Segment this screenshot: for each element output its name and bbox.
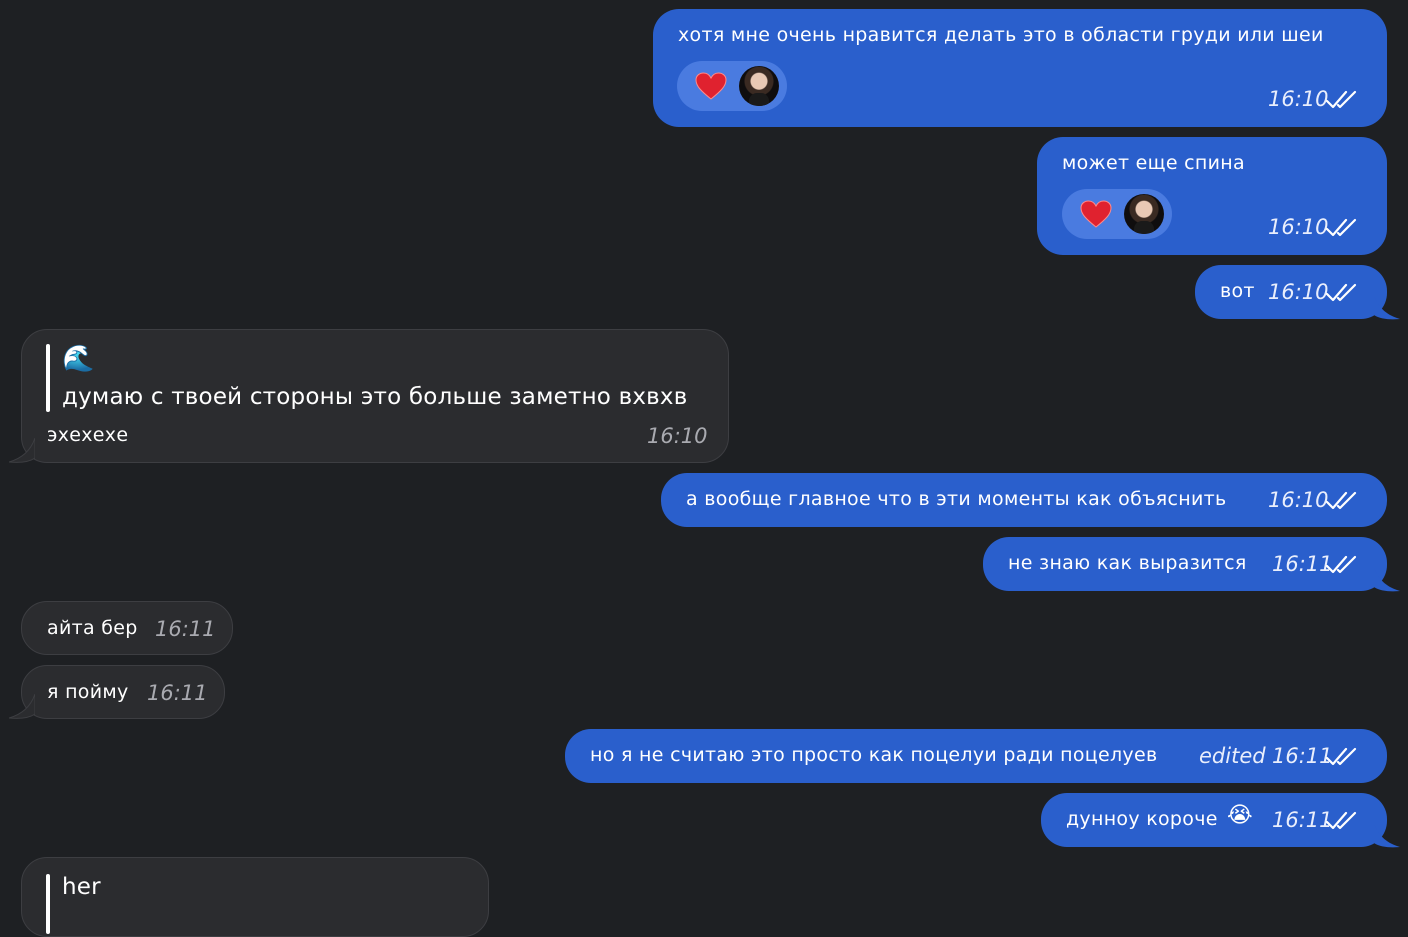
incoming-message[interactable]: айта бер 16:11 <box>21 601 233 655</box>
quote-bar <box>46 874 50 934</box>
message-time: 16:10 <box>1268 488 1329 512</box>
outgoing-message[interactable]: а вообще главное что в эти моменты как о… <box>661 473 1387 527</box>
incoming-message[interactable]: я пойму 16:11 <box>21 665 225 719</box>
outgoing-message[interactable]: не знаю как выразится 16:11 <box>983 537 1387 591</box>
double-check-icon <box>1326 811 1358 831</box>
reactor-avatar <box>1124 194 1164 234</box>
heart-icon <box>695 72 727 100</box>
crying-emoji: 😭 <box>1227 803 1253 828</box>
message-time: 16:11 <box>155 617 216 641</box>
double-check-icon <box>1326 90 1358 110</box>
bubble-tail <box>1374 295 1400 320</box>
message-text: айта бер <box>47 617 138 639</box>
incoming-message[interactable]: her <box>21 857 489 937</box>
message-time: 16:10 <box>1268 280 1329 304</box>
bubble-tail <box>1374 823 1400 848</box>
edited-label: edited <box>1199 744 1266 768</box>
incoming-message[interactable]: 🌊 думаю с твоей стороны это больше замет… <box>21 329 729 463</box>
wave-emoji: 🌊 <box>62 344 95 374</box>
outgoing-message[interactable]: хотя мне очень нравится делать это в обл… <box>653 9 1387 127</box>
quoted-text: думаю с твоей стороны это больше заметно… <box>62 384 688 410</box>
quoted-text: her <box>62 874 101 900</box>
heart-icon <box>1080 200 1112 228</box>
message-time: 16:10 <box>1268 87 1329 111</box>
bubble-tail <box>9 438 35 463</box>
message-text: не знаю как выразится <box>1008 552 1247 574</box>
reaction-bar[interactable] <box>677 61 787 111</box>
message-text: хотя мне очень нравится делать это в обл… <box>678 24 1324 46</box>
outgoing-message[interactable]: может еще спина 16:10 <box>1037 137 1387 255</box>
message-time: 16:10 <box>647 424 708 448</box>
message-text: может еще спина <box>1062 152 1245 174</box>
double-check-icon <box>1326 283 1358 303</box>
message-time: 16:11 <box>1272 552 1333 576</box>
reactor-avatar <box>739 66 779 106</box>
double-check-icon <box>1326 491 1358 511</box>
message-time: 16:10 <box>1268 215 1329 239</box>
outgoing-message[interactable]: но я не считаю это просто как поцелуи ра… <box>565 729 1387 783</box>
quote-bar <box>46 344 50 412</box>
message-text: но я не считаю это просто как поцелуи ра… <box>590 744 1158 766</box>
message-text: я пойму <box>47 681 129 703</box>
double-check-icon <box>1326 218 1358 238</box>
outgoing-message[interactable]: дунноу короче 😭 16:11 <box>1041 793 1387 847</box>
reaction-bar[interactable] <box>1062 189 1172 239</box>
bubble-tail <box>1374 567 1400 592</box>
double-check-icon <box>1326 747 1358 767</box>
message-text: а вообще главное что в эти моменты как о… <box>686 488 1227 510</box>
message-text: вот <box>1220 280 1255 302</box>
double-check-icon <box>1326 555 1358 575</box>
message-text: дунноу короче <box>1066 808 1218 830</box>
message-time: 16:11 <box>1272 808 1333 832</box>
message-time: 16:11 <box>147 681 208 705</box>
outgoing-message[interactable]: вот 16:10 <box>1195 265 1387 319</box>
bubble-tail <box>9 694 35 719</box>
message-time: 16:11 <box>1272 744 1333 768</box>
message-text: эхехехе <box>47 424 129 446</box>
